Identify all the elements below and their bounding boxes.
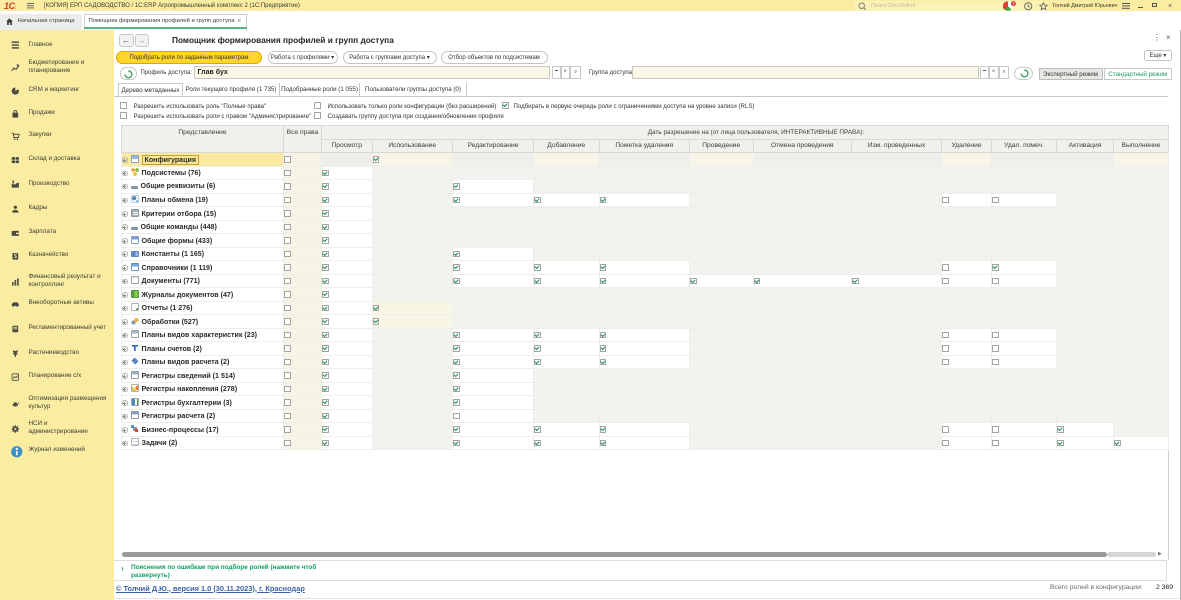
svg-text:7: 7 xyxy=(1012,1,1015,6)
